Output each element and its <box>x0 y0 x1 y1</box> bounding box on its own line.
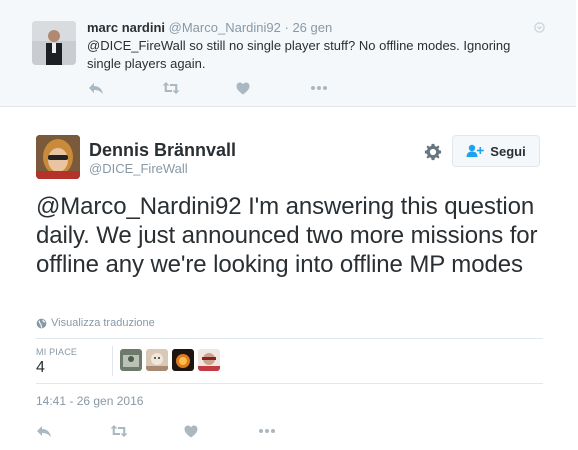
main-more-button[interactable] <box>258 422 332 440</box>
likers-avatars <box>120 349 224 371</box>
globe-icon <box>36 318 47 328</box>
translate-label: Visualizza traduzione <box>51 317 155 329</box>
main-tweet-text: @Marco_Nardini92 I'm answering this ques… <box>36 192 556 279</box>
more-icon <box>259 429 275 433</box>
reply-icon <box>89 83 103 94</box>
reply-reply-button[interactable] <box>88 79 162 97</box>
gear-icon[interactable] <box>424 143 442 161</box>
likes-label[interactable]: MI PIACE <box>36 347 77 357</box>
reply-more-caret-icon[interactable] <box>534 22 545 33</box>
main-reply-button[interactable] <box>36 422 110 440</box>
tweet-timestamp[interactable]: 14:41 - 26 gen 2016 <box>36 394 143 408</box>
liker-avatar[interactable] <box>146 349 168 371</box>
stats-divider <box>112 346 113 376</box>
follow-person-icon <box>466 144 485 157</box>
main-mention[interactable]: @Marco_Nardini92 <box>36 193 242 220</box>
follow-button[interactable]: Segui <box>452 135 540 167</box>
retweet-icon <box>110 425 128 437</box>
like-icon <box>236 82 250 94</box>
reply-author-handle[interactable]: @Marco_Nardini92 <box>169 20 281 35</box>
main-author-name[interactable]: Dennis Brännvall <box>89 140 236 161</box>
main-author-handle[interactable]: @DICE_FireWall <box>89 161 188 176</box>
reply-header: marc nardini @Marco_Nardini92 · 26 gen <box>87 20 332 35</box>
reply-author-name[interactable]: marc nardini <box>87 20 165 35</box>
main-like-button[interactable] <box>184 422 258 440</box>
liker-avatar[interactable] <box>172 349 194 371</box>
like-icon <box>184 425 198 437</box>
reply-separator: · <box>284 20 289 35</box>
translate-link[interactable]: Visualizza traduzione <box>36 317 155 329</box>
reply-mention[interactable]: @DICE_FireWall <box>87 38 186 53</box>
reply-avatar[interactable] <box>32 21 76 65</box>
retweet-icon <box>162 82 180 94</box>
more-icon <box>311 86 327 90</box>
liker-avatar[interactable] <box>198 349 220 371</box>
reply-text: @DICE_FireWall so still no single player… <box>87 37 547 73</box>
reply-time[interactable]: 26 gen <box>292 20 332 35</box>
reply-retweet-button[interactable] <box>162 79 236 97</box>
reply-like-button[interactable] <box>236 79 310 97</box>
likes-count[interactable]: 4 <box>36 359 45 377</box>
main-retweet-button[interactable] <box>110 422 184 440</box>
main-actions <box>36 422 332 440</box>
liker-avatar[interactable] <box>120 349 142 371</box>
reply-icon <box>37 426 51 437</box>
reply-more-button[interactable] <box>310 79 384 97</box>
follow-label: Segui <box>490 143 526 159</box>
tweet-stats: MI PIACE 4 <box>36 338 543 384</box>
main-avatar[interactable] <box>36 135 80 179</box>
reply-tweet[interactable]: marc nardini @Marco_Nardini92 · 26 gen @… <box>0 0 576 107</box>
reply-actions <box>88 79 384 97</box>
